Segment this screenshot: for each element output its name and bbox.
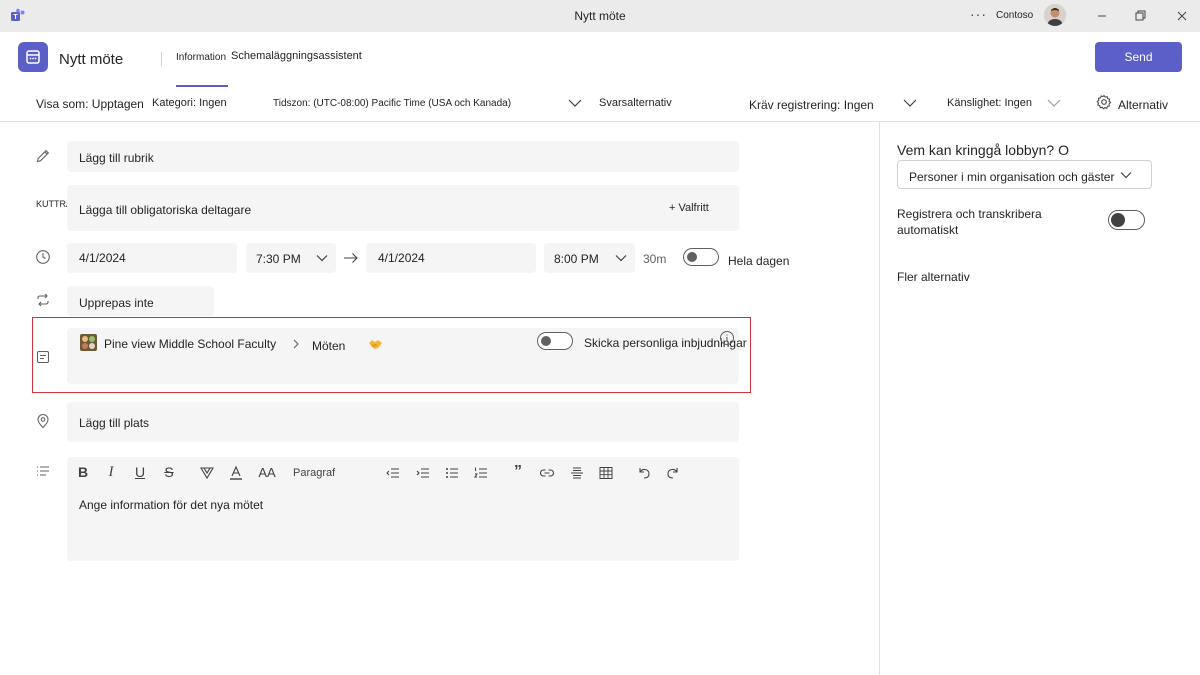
more-options-icon[interactable]: ··· [970, 6, 987, 22]
chevron-down-icon [1120, 172, 1132, 179]
restore-icon[interactable] [1130, 6, 1150, 26]
redo-icon[interactable] [665, 465, 681, 481]
title-bar: T Nytt möte ··· Contoso [0, 0, 1200, 32]
bulleted-list-icon[interactable] [444, 465, 460, 481]
team-name[interactable]: Pine view Middle School Faculty [104, 337, 276, 351]
chevron-down-icon[interactable] [568, 98, 582, 108]
options-bar: Visa som: Upptagen Kategori: Ingen Tidsz… [0, 87, 1200, 122]
end-time-picker[interactable]: 8:00 PM [544, 243, 635, 273]
team-avatar-icon [80, 334, 97, 351]
chevron-down-icon [316, 255, 328, 262]
location-input[interactable]: Lägg till plats [67, 402, 739, 442]
tab-scheduling-assistant[interactable]: Schemaläggningsassistent [231, 50, 362, 62]
record-toggle[interactable] [1108, 210, 1145, 230]
optional-attendees-button[interactable]: + Valfritt [669, 202, 709, 214]
chevron-down-icon[interactable] [903, 98, 917, 108]
title-placeholder: Lägg till rubrik [79, 151, 154, 165]
handshake-emoji-icon [369, 340, 382, 349]
all-day-toggle[interactable] [683, 248, 719, 266]
repeat-icon [37, 293, 49, 307]
start-time-value: 7:30 PM [256, 252, 301, 266]
clock-icon [36, 250, 50, 264]
require-registration-dropdown[interactable]: Kräv registrering: Ingen [749, 98, 874, 112]
show-as-dropdown[interactable]: Visa som: Upptagen [36, 97, 144, 111]
link-icon[interactable] [539, 465, 555, 481]
record-label-line1: Registrera och transkribera [897, 207, 1042, 221]
page-title: Nytt möte [59, 51, 124, 68]
more-options-link[interactable]: Fler alternativ [897, 270, 970, 284]
lobby-question: Vem kan kringgå lobbyn? O [897, 142, 1069, 158]
attendees-input[interactable]: Lägga till obligatoriska deltagare + Val… [67, 185, 739, 231]
font-size-button[interactable]: AA [257, 465, 277, 483]
category-dropdown[interactable]: Kategori: Ingen [152, 97, 227, 109]
end-date-picker[interactable]: 4/1/2024 [366, 243, 536, 273]
toggle-knob [687, 252, 697, 262]
end-date-value: 4/1/2024 [378, 251, 425, 265]
gear-icon[interactable] [1096, 94, 1112, 110]
horizontal-rule-icon[interactable] [569, 465, 585, 481]
org-name[interactable]: Contoso [996, 10, 1033, 21]
pencil-icon [36, 149, 50, 163]
location-placeholder: Lägg till plats [79, 416, 150, 430]
record-label-line2: automatiskt [897, 223, 959, 237]
duration-label: 30m [643, 252, 667, 266]
undo-icon[interactable] [636, 465, 652, 481]
meeting-header: Nytt möte Information Schemaläggningsass… [0, 32, 1200, 87]
bold-button[interactable]: B [76, 464, 90, 482]
chevron-right-icon [293, 339, 299, 349]
highlight-icon[interactable] [199, 465, 215, 481]
right-panel: Vem kan kringgå lobbyn? O Personer i min… [879, 122, 1200, 675]
strikethrough-button[interactable]: S [162, 464, 176, 482]
avatar[interactable] [1044, 4, 1066, 26]
channel-icon [36, 350, 50, 364]
font-color-icon[interactable] [228, 465, 244, 481]
repeat-dropdown[interactable]: Upprepas inte [67, 286, 214, 316]
toggle-knob [541, 336, 551, 346]
numbered-list-icon[interactable] [473, 465, 489, 481]
info-icon[interactable] [719, 330, 735, 346]
text-list-icon [37, 466, 49, 476]
close-icon[interactable] [1172, 6, 1192, 26]
channel-input[interactable]: Pine view Middle School Faculty Möten Sk… [67, 328, 747, 384]
attendees-placeholder: Lägga till obligatoriska deltagare [79, 203, 252, 217]
start-time-picker[interactable]: 7:30 PM [246, 243, 336, 273]
options-button[interactable]: Alternativ [1118, 98, 1168, 112]
start-date-picker[interactable]: 4/1/2024 [67, 243, 237, 273]
tab-information[interactable]: Information [176, 52, 226, 63]
details-placeholder: Ange information för det nya mötet [79, 498, 264, 512]
calendar-icon [18, 42, 48, 72]
response-options-dropdown[interactable]: Svarsalternativ [599, 97, 672, 109]
minimize-icon[interactable] [1092, 6, 1112, 26]
italic-button[interactable]: I [104, 464, 118, 482]
toggle-knob [1111, 213, 1125, 227]
quote-button[interactable]: ” [511, 463, 525, 481]
paragraph-dropdown[interactable]: Paragraf [293, 467, 335, 485]
user-avatar-icon [1044, 4, 1066, 26]
all-day-label: Hela dagen [728, 254, 790, 268]
lobby-dropdown-value: Personer i min organisation och gäster [909, 170, 1115, 184]
table-icon[interactable] [598, 465, 614, 481]
sensitivity-dropdown[interactable]: Känslighet: Ingen [947, 97, 1032, 109]
chevron-down-icon [615, 255, 627, 262]
underline-button[interactable]: U [133, 464, 147, 482]
title-input[interactable]: Lägg till rubrik [67, 141, 739, 172]
repeat-value: Upprepas inte [79, 296, 154, 310]
decrease-indent-icon[interactable] [385, 465, 401, 481]
lobby-dropdown[interactable]: Personer i min organisation och gäster [897, 160, 1152, 189]
arrow-right-icon [344, 253, 358, 263]
chevron-down-icon[interactable] [1047, 98, 1061, 108]
start-date-value: 4/1/2024 [79, 251, 126, 265]
header-divider [161, 52, 162, 66]
location-pin-icon [37, 414, 49, 429]
send-button[interactable]: Send [1095, 42, 1182, 72]
personal-invites-toggle[interactable] [537, 332, 573, 350]
timezone-dropdown[interactable]: Tidszon: (UTC-08:00) Pacific Time (USA o… [273, 98, 511, 109]
channel-name[interactable]: Möten [312, 339, 345, 353]
increase-indent-icon[interactable] [415, 465, 431, 481]
end-time-value: 8:00 PM [554, 252, 599, 266]
